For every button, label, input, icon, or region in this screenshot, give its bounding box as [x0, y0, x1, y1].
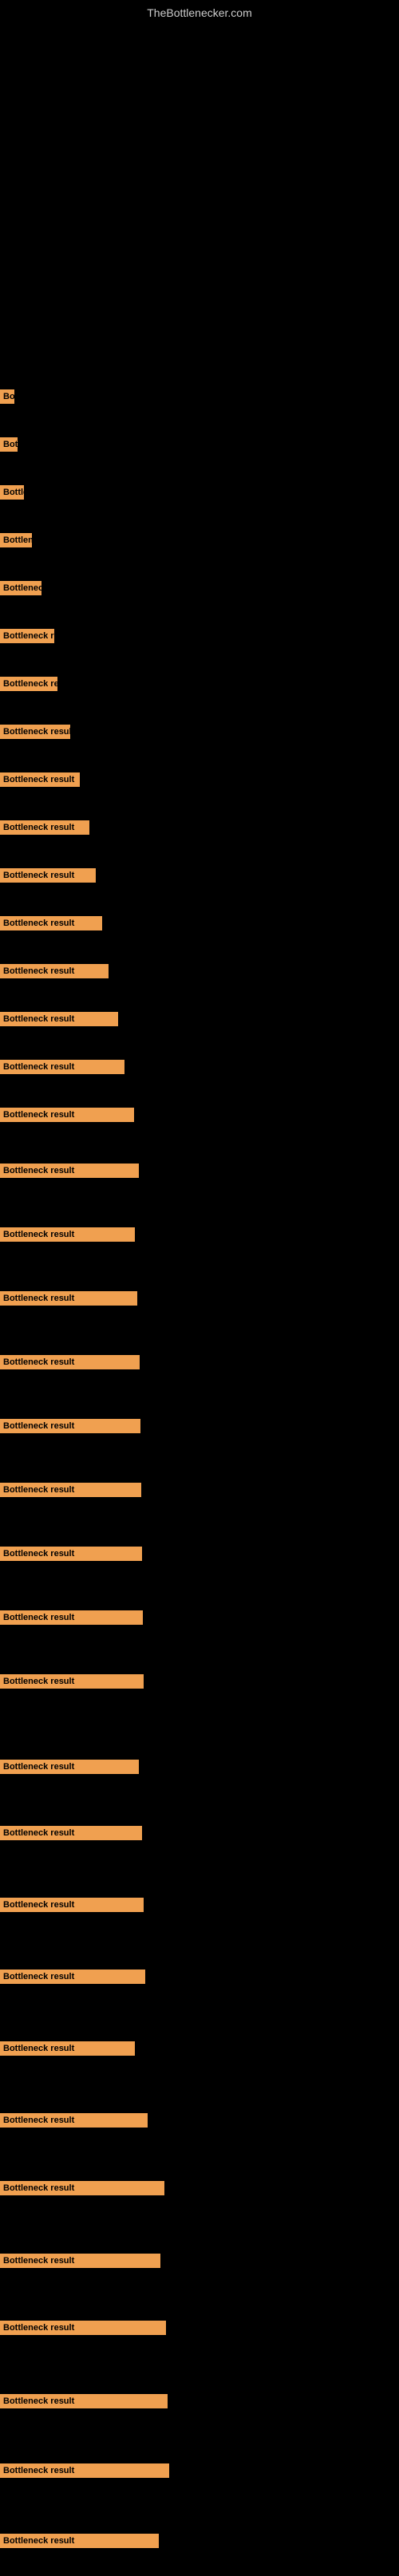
- bottleneck-result-item: Bottleneck result: [0, 437, 18, 452]
- bottleneck-result-item: Bottleneck result: [0, 389, 14, 404]
- bottleneck-result-item: Bottleneck result: [0, 1483, 141, 1497]
- bottleneck-result-item: Bottleneck result: [0, 964, 109, 978]
- bottleneck-result-item: Bottleneck result: [0, 2463, 169, 2478]
- bottleneck-result-item: Bottleneck result: [0, 1355, 140, 1369]
- bottleneck-result-item: Bottleneck result: [0, 2394, 168, 2408]
- bottleneck-result-item: Bottleneck result: [0, 1060, 124, 1074]
- bottleneck-result-item: Bottleneck result: [0, 1164, 139, 1178]
- bottleneck-result-item: Bottleneck result: [0, 2041, 135, 2056]
- bottleneck-result-item: Bottleneck result: [0, 820, 89, 835]
- bottleneck-result-item: Bottleneck result: [0, 629, 54, 643]
- bottleneck-result-item: Bottleneck result: [0, 868, 96, 883]
- bottleneck-result-item: Bottleneck result: [0, 1419, 140, 1433]
- bottleneck-result-item: Bottleneck result: [0, 2321, 166, 2335]
- bottleneck-result-item: Bottleneck result: [0, 916, 102, 930]
- bottleneck-result-item: Bottleneck result: [0, 1970, 145, 1984]
- bottleneck-result-item: Bottleneck result: [0, 1108, 134, 1122]
- bottleneck-result-item: Bottleneck result: [0, 725, 70, 739]
- bottleneck-result-item: Bottleneck result: [0, 533, 32, 547]
- bottleneck-result-item: Bottleneck result: [0, 2181, 164, 2195]
- bottleneck-result-item: Bottleneck result: [0, 677, 57, 691]
- bottleneck-result-item: Bottleneck result: [0, 1547, 142, 1561]
- bottleneck-result-item: Bottleneck result: [0, 1291, 137, 1306]
- site-title: TheBottlenecker.com: [0, 0, 399, 22]
- bottleneck-result-item: Bottleneck result: [0, 772, 80, 787]
- bottleneck-result-item: Bottleneck result: [0, 1674, 144, 1689]
- bottleneck-result-item: Bottleneck result: [0, 1227, 135, 1242]
- bottleneck-result-item: Bottleneck result: [0, 2113, 148, 2128]
- bottleneck-result-item: Bottleneck result: [0, 1898, 144, 1912]
- bottleneck-result-item: Bottleneck result: [0, 485, 24, 500]
- bottleneck-result-item: Bottleneck result: [0, 1826, 142, 1840]
- bottleneck-result-item: Bottleneck result: [0, 2534, 159, 2548]
- bottleneck-result-item: Bottleneck result: [0, 2254, 160, 2268]
- bottleneck-result-item: Bottleneck result: [0, 1012, 118, 1026]
- bottleneck-result-item: Bottleneck result: [0, 581, 41, 595]
- bottleneck-result-item: Bottleneck result: [0, 1610, 143, 1625]
- bottleneck-result-item: Bottleneck result: [0, 1760, 139, 1774]
